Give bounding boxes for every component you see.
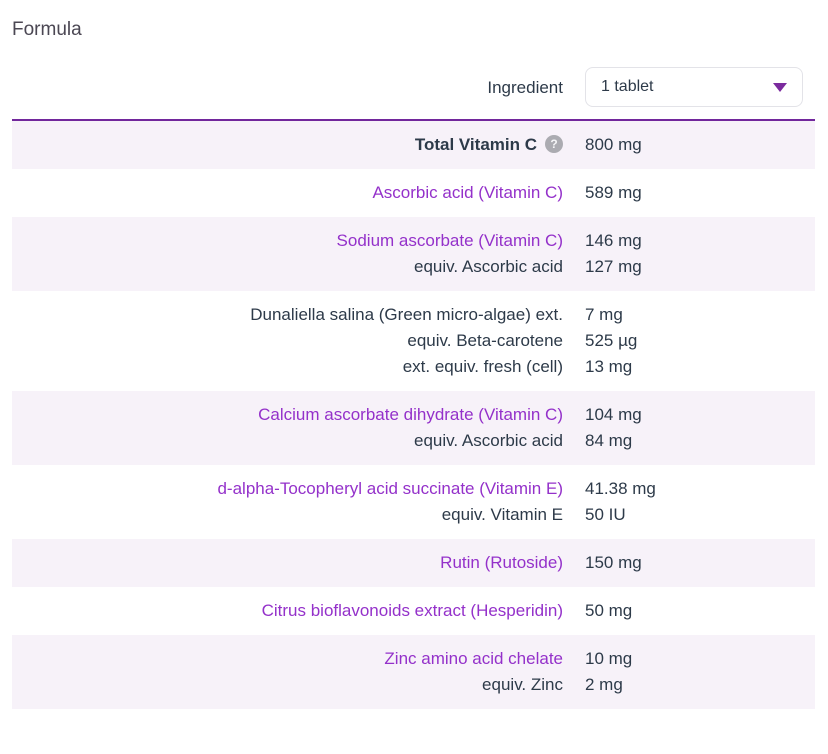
ingredient-name-link[interactable]: Rutin (Rutoside): [440, 553, 563, 572]
amount-value: 10 mg: [585, 646, 815, 672]
total-ingredient-name: Total Vitamin C: [415, 135, 537, 154]
help-icon[interactable]: ?: [545, 135, 563, 153]
amount-column: 7 mg525 µg13 mg: [585, 302, 815, 380]
ingredient-name-line: d-alpha-Tocopheryl acid succinate (Vitam…: [12, 476, 563, 502]
ingredient-name-column: Dunaliella salina (Green micro-algae) ex…: [12, 302, 585, 380]
ingredient-name-column: Ascorbic acid (Vitamin C): [12, 180, 585, 206]
ingredient-row: Total Vitamin C? 800 mg: [12, 121, 815, 169]
ingredient-name-line: Rutin (Rutoside): [12, 550, 563, 576]
ingredient-row: Dunaliella salina (Green micro-algae) ex…: [12, 291, 815, 391]
equiv-name: Dunaliella salina (Green micro-algae) ex…: [250, 305, 563, 324]
table-header: Ingredient 1 tablet: [12, 67, 815, 107]
ingredient-row: Sodium ascorbate (Vitamin C) equiv. Ascor…: [12, 217, 815, 291]
ingredient-name-column: d-alpha-Tocopheryl acid succinate (Vitam…: [12, 476, 585, 528]
ingredient-row: Zinc amino acid chelate equiv. Zinc 10 mg2…: [12, 635, 815, 709]
amount-column: 800 mg: [585, 132, 815, 158]
ingredient-column-header: Ingredient: [12, 78, 585, 98]
amount-column: 146 mg127 mg: [585, 228, 815, 280]
amount-value: 589 mg: [585, 180, 815, 206]
equiv-name-line: equiv. Vitamin E: [12, 502, 563, 528]
ingredient-name-line: Sodium ascorbate (Vitamin C): [12, 228, 563, 254]
amount-value: 800 mg: [585, 132, 815, 158]
amount-column: 10 mg2 mg: [585, 646, 815, 698]
equiv-name: ext. equiv. fresh (cell): [403, 357, 563, 376]
ingredient-name-line: Citrus bioflavonoids extract (Hesperidin…: [12, 598, 563, 624]
ingredient-name-column: Citrus bioflavonoids extract (Hesperidin…: [12, 598, 585, 624]
ingredient-row: Calcium ascorbate dihydrate (Vitamin C) e…: [12, 391, 815, 465]
ingredient-name-link[interactable]: Zinc amino acid chelate: [384, 649, 563, 668]
amount-value: 2 mg: [585, 672, 815, 698]
ingredient-name-line: Total Vitamin C?: [12, 132, 563, 158]
ingredient-row: d-alpha-Tocopheryl acid succinate (Vitam…: [12, 465, 815, 539]
ingredient-name-column: Sodium ascorbate (Vitamin C) equiv. Ascor…: [12, 228, 585, 280]
equiv-name-line: Dunaliella salina (Green micro-algae) ex…: [12, 302, 563, 328]
equiv-name: equiv. Zinc: [482, 675, 563, 694]
equiv-name-line: equiv. Beta-carotene: [12, 328, 563, 354]
equiv-name: equiv. Ascorbic acid: [414, 431, 563, 450]
ingredient-row: Rutin (Rutoside) 150 mg: [12, 539, 815, 587]
amount-value: 150 mg: [585, 550, 815, 576]
ingredient-name-line: Ascorbic acid (Vitamin C): [12, 180, 563, 206]
ingredient-name-column: Calcium ascorbate dihydrate (Vitamin C) e…: [12, 402, 585, 454]
amount-value: 41.38 mg: [585, 476, 815, 502]
ingredient-name-column: Rutin (Rutoside): [12, 550, 585, 576]
amount-value: 127 mg: [585, 254, 815, 280]
amount-value: 84 mg: [585, 428, 815, 454]
amount-value: 13 mg: [585, 354, 815, 380]
serving-size-value: 1 tablet: [601, 78, 653, 96]
ingredient-name-link[interactable]: Ascorbic acid (Vitamin C): [372, 183, 563, 202]
amount-column: 104 mg84 mg: [585, 402, 815, 454]
equiv-name-line: equiv. Ascorbic acid: [12, 254, 563, 280]
equiv-name-line: equiv. Zinc: [12, 672, 563, 698]
amount-value: 50 mg: [585, 598, 815, 624]
ingredient-name-link[interactable]: Calcium ascorbate dihydrate (Vitamin C): [258, 405, 563, 424]
amount-value: 7 mg: [585, 302, 815, 328]
amount-column: 150 mg: [585, 550, 815, 576]
formula-table: Total Vitamin C? 800 mg Ascorbic acid (Vit…: [12, 119, 815, 709]
amount-column: 41.38 mg50 IU: [585, 476, 815, 528]
ingredient-name-column: Zinc amino acid chelate equiv. Zinc: [12, 646, 585, 698]
page-title: Formula: [12, 18, 815, 42]
amount-value: 525 µg: [585, 328, 815, 354]
equiv-name-line: equiv. Ascorbic acid: [12, 428, 563, 454]
amount-value: 50 IU: [585, 502, 815, 528]
ingredient-name-line: Zinc amino acid chelate: [12, 646, 563, 672]
equiv-name: equiv. Vitamin E: [442, 505, 563, 524]
amount-value: 146 mg: [585, 228, 815, 254]
ingredient-name-link[interactable]: d-alpha-Tocopheryl acid succinate (Vitam…: [217, 479, 563, 498]
ingredient-name-link[interactable]: Citrus bioflavonoids extract (Hesperidin…: [262, 601, 563, 620]
ingredient-row: Ascorbic acid (Vitamin C) 589 mg: [12, 169, 815, 217]
serving-size-select[interactable]: 1 tablet: [585, 67, 803, 107]
equiv-name: equiv. Beta-carotene: [407, 331, 563, 350]
amount-value: 104 mg: [585, 402, 815, 428]
ingredient-name-line: Calcium ascorbate dihydrate (Vitamin C): [12, 402, 563, 428]
ingredient-name-link[interactable]: Sodium ascorbate (Vitamin C): [337, 231, 563, 250]
formula-page: Formula Ingredient 1 tablet Total Vitami…: [0, 0, 828, 709]
ingredient-row: Citrus bioflavonoids extract (Hesperidin…: [12, 587, 815, 635]
amount-column: 50 mg: [585, 598, 815, 624]
equiv-name-line: ext. equiv. fresh (cell): [12, 354, 563, 380]
ingredient-name-column: Total Vitamin C?: [12, 132, 585, 158]
amount-column: 589 mg: [585, 180, 815, 206]
dropdown-arrow-icon: [773, 83, 787, 92]
equiv-name: equiv. Ascorbic acid: [414, 257, 563, 276]
